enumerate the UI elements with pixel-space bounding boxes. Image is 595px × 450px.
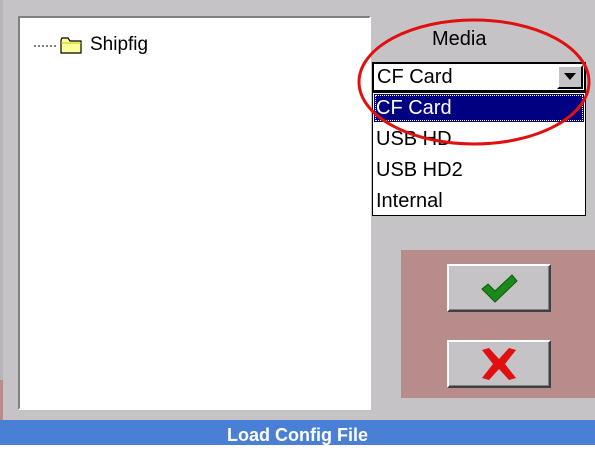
media-label: Media <box>432 28 487 50</box>
load-config-dialog: Shipfig Media CF Card CF Card USB HD USB… <box>0 0 595 445</box>
media-option-internal[interactable]: Internal <box>374 187 584 215</box>
media-option-usb-hd[interactable]: USB HD <box>374 125 584 153</box>
window-title: Load Config File <box>227 425 368 445</box>
chevron-down-icon <box>564 73 576 80</box>
media-select[interactable]: CF Card <box>372 62 586 92</box>
tree-item-label: Shipfig <box>90 34 149 55</box>
media-option-usb-hd2[interactable]: USB HD2 <box>374 156 584 184</box>
file-tree-panel[interactable]: Shipfig <box>18 16 371 410</box>
ok-button[interactable] <box>447 264 551 312</box>
title-bar: Load Config File <box>0 420 595 445</box>
tree-connector <box>34 45 56 47</box>
x-icon <box>482 348 516 380</box>
media-dropdown-list[interactable]: CF Card USB HD USB HD2 Internal <box>372 92 586 216</box>
tree-item-shipfig[interactable]: Shipfig <box>34 33 148 57</box>
folder-icon <box>60 37 82 54</box>
window-edge <box>0 0 3 417</box>
window-edge-accent <box>0 380 3 420</box>
checkmark-icon <box>481 274 518 303</box>
media-dropdown-button[interactable] <box>557 65 583 89</box>
cancel-button[interactable] <box>447 340 551 388</box>
media-select-value: CF Card <box>377 66 453 88</box>
media-option-cf-card[interactable]: CF Card <box>374 94 584 122</box>
